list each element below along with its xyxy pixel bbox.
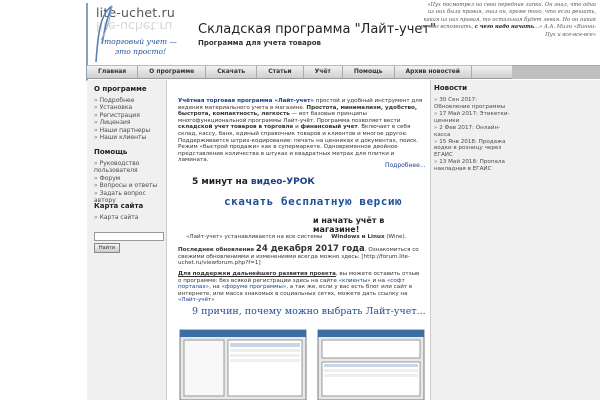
site-header: lite-uchet.ru lite-uchet.ru торговый уче…: [0, 0, 600, 81]
news-heading: Новости: [434, 84, 468, 92]
header-quote: «Пух посмотрел на свои передние лапки. О…: [420, 2, 596, 38]
support-text: Для поддержки дальнейшего развития проек…: [178, 271, 420, 304]
nav-item-home[interactable]: Главная: [87, 66, 139, 78]
download-free-link[interactable]: скачать бесплатную версию: [224, 195, 402, 208]
install-text: «Лайт-учет» устанавливается на все систе…: [186, 234, 407, 240]
feather-icon: [95, 5, 113, 63]
sidebar-item-registration[interactable]: Регистрация: [94, 112, 150, 119]
right-sidebar: Новости 30 Сен 2017: Обновление программ…: [430, 80, 600, 400]
more-link[interactable]: Подробнее...: [385, 162, 426, 169]
about-list: Подробнее Установка Регистрация Лицензия…: [94, 97, 151, 141]
sitemap-list: Карта сайта: [94, 214, 139, 221]
nav-item-accounting[interactable]: Учёт: [304, 66, 343, 78]
nav-item-help[interactable]: Помощь: [343, 66, 395, 78]
about-heading: О программе: [94, 85, 147, 93]
intro-paragraph: Учётная торговая программа «Лайт-учет» п…: [178, 98, 423, 164]
sidebar-item-clients[interactable]: Наши клиенты: [94, 134, 150, 141]
video-lesson-link[interactable]: видео-УРОК: [251, 177, 315, 187]
program-forum-link[interactable]: «форуме программы»: [221, 284, 286, 290]
search-input[interactable]: [94, 232, 164, 241]
lite-uchet-link[interactable]: «Лайт-учёт»: [178, 297, 215, 303]
clients-link[interactable]: «клиенты»: [339, 278, 371, 284]
news-item[interactable]: 2 Фев 2017: Онлайн-касса: [434, 125, 514, 139]
sidebar-item-details[interactable]: Подробнее: [94, 97, 150, 104]
sidebar-item-partners[interactable]: Наши партнеры: [94, 127, 151, 134]
site-subtitle: Программа для учета товаров: [198, 39, 321, 47]
sidebar-item-license[interactable]: Лицензия: [94, 119, 150, 126]
program-screenshots[interactable]: [178, 328, 426, 400]
update-text: Последнее обновление 24 декабря 2017 год…: [178, 244, 419, 267]
news-item[interactable]: 17 Май 2017: Этикетки-ценники: [434, 111, 514, 125]
sidebar-item-forum[interactable]: Форум: [94, 175, 166, 182]
nav-item-download[interactable]: Скачать: [206, 66, 258, 78]
sidebar-item-install[interactable]: Установка: [94, 104, 150, 111]
sitemap-heading: Карта сайта: [94, 202, 144, 210]
start-accounting-text: и начать учёт в магазине!: [313, 216, 385, 234]
video-lesson-line: 5 минут на видео-УРОК: [192, 177, 315, 187]
news-item[interactable]: 15 Янв 2018: Продажа водки в розницу чер…: [434, 139, 514, 159]
nav-item-about[interactable]: О программе: [138, 66, 207, 78]
main-content: Учётная торговая программа «Лайт-учет» п…: [170, 80, 428, 400]
nav-bar-extension: [512, 65, 600, 79]
sidebar-item-manual[interactable]: Руководство пользователя: [94, 160, 166, 175]
search-button[interactable]: Найти: [94, 243, 120, 253]
intro-program-link[interactable]: Учётная торговая программа «Лайт-учет»: [178, 98, 314, 104]
sidebar-item-sitemap[interactable]: Карта сайта: [94, 214, 139, 221]
news-item[interactable]: 13 Май 2018: Пропала накладная в ЕГАИС: [434, 159, 514, 173]
site-title: Складская программа "Лайт-учет": [198, 22, 436, 37]
nav-item-news-archive[interactable]: Архив новостей: [395, 66, 472, 78]
help-list: Руководство пользователя Форум Вопросы и…: [94, 160, 166, 204]
help-heading: Помощь: [94, 148, 128, 156]
news-list: 30 Сен 2017: Обновление программы 17 Май…: [434, 97, 514, 173]
main-nav: Главная О программе Скачать Статьи Учёт …: [87, 65, 512, 79]
nine-reasons-link[interactable]: 9 причин, почему можно выбрать Лайт-учет…: [192, 306, 426, 317]
sidebar-item-faq[interactable]: Вопросы и ответы: [94, 182, 166, 189]
news-item[interactable]: 30 Сен 2017: Обновление программы: [434, 97, 514, 111]
nav-item-articles[interactable]: Статьи: [257, 66, 304, 78]
